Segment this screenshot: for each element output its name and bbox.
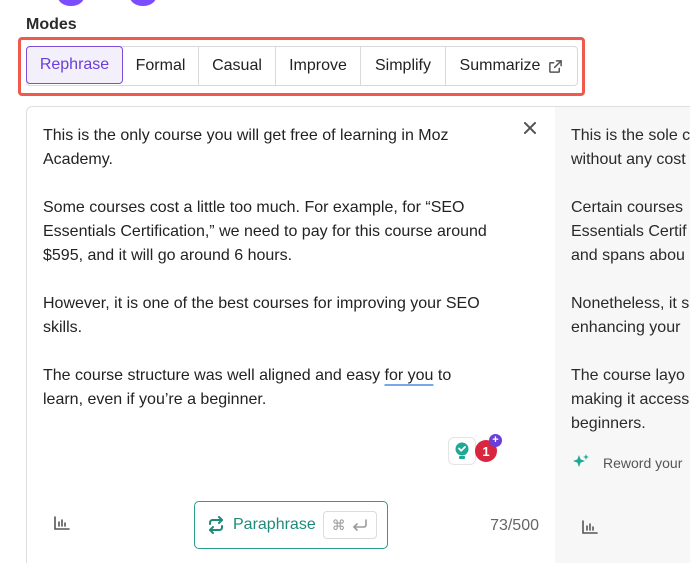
text-line: without any cost (571, 151, 686, 168)
repeat-icon (209, 516, 223, 534)
text-line: enhancing your (571, 319, 681, 336)
tab-label: Casual (212, 57, 262, 74)
tab-rephrase[interactable]: Rephrase (26, 46, 123, 84)
text-line: and spans abou (571, 247, 685, 264)
bar-chart-icon[interactable] (54, 516, 70, 530)
character-counter: 73/500 (490, 517, 539, 534)
text-line: The course layo (571, 367, 685, 384)
keyboard-shortcut: ⌘ (322, 511, 377, 539)
paraphrase-button[interactable]: Paraphrase ⌘ (194, 501, 388, 549)
sparkle-icon (573, 454, 589, 467)
tab-casual[interactable]: Casual (199, 47, 276, 85)
input-textarea[interactable]: This is the only course you will get fre… (43, 124, 493, 436)
tab-summarize[interactable]: Summarize (446, 47, 577, 85)
paraphrase-label: Paraphrase (233, 516, 316, 533)
text-line: beginners. (571, 415, 646, 432)
bar-chart-icon[interactable] (582, 520, 598, 534)
output-paragraph: Certain courses Essentials Certif and span… (571, 196, 690, 268)
text-line: making it access (571, 391, 690, 408)
external-link-icon (548, 59, 563, 74)
avatar-dot (130, 0, 156, 6)
tab-improve[interactable]: Improve (276, 47, 361, 85)
plus-icon: + (489, 434, 502, 447)
reword-label: Reword your (603, 455, 683, 471)
output-text[interactable]: This is the sole c without any cost Certa… (571, 124, 690, 460)
text-line: Nonetheless, it s (571, 295, 690, 312)
output-panel: This is the sole c without any cost Certa… (555, 106, 690, 563)
modes-label: Modes (26, 16, 77, 33)
input-paragraph: This is the only course you will get fre… (43, 127, 449, 168)
avatar-dot (58, 0, 84, 6)
text-span: The course structure was well aligned an… (43, 367, 385, 384)
lightbulb-icon (448, 437, 476, 465)
clear-text-button[interactable] (521, 119, 539, 137)
tab-label: Simplify (374, 57, 431, 74)
tab-label: Rephrase (39, 56, 110, 73)
tab-label: Summarize (459, 57, 541, 74)
input-paragraph: Some courses cost a little too much. For… (43, 199, 487, 264)
modes-bar: Rephrase Formal Casual Improve Simplify … (26, 46, 578, 86)
tab-label: Improve (289, 57, 347, 74)
input-panel: This is the only course you will get fre… (26, 106, 556, 563)
output-paragraph: This is the sole c without any cost (571, 124, 690, 172)
output-paragraph: The course layo making it access beginners… (571, 364, 690, 436)
enter-key-icon (352, 519, 367, 531)
grammar-suggestion[interactable]: for you (385, 367, 434, 384)
tab-label: Formal (135, 57, 186, 74)
text-line: Certain courses (571, 199, 684, 216)
input-paragraph: The course structure was well aligned an… (43, 364, 493, 412)
reword-button[interactable]: Reword your (571, 453, 682, 473)
text-line: This is the sole c (571, 127, 690, 144)
close-icon (524, 122, 536, 134)
input-paragraph: However, it is one of the best courses f… (43, 295, 480, 336)
output-paragraph: Nonetheless, it s enhancing your (571, 292, 690, 340)
command-key: ⌘ (331, 516, 346, 533)
text-line: Essentials Certif (571, 223, 687, 240)
tab-formal[interactable]: Formal (123, 47, 199, 85)
tab-simplify[interactable]: Simplify (361, 47, 446, 85)
grammar-checker-badge[interactable]: 1 + (448, 434, 502, 465)
